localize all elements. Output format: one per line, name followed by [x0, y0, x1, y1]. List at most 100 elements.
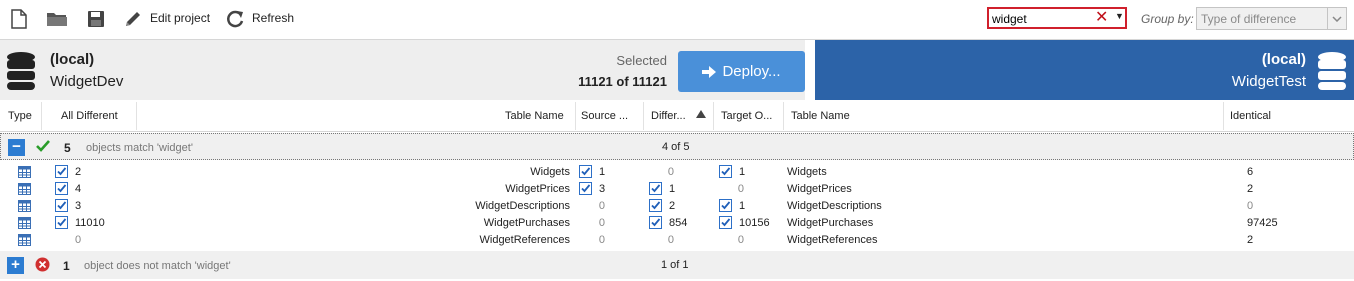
table-name-right: WidgetReferences	[787, 234, 878, 246]
different-count: 0	[667, 234, 674, 246]
selected-count: 11121 of 11121	[578, 74, 667, 89]
save-disk-icon[interactable]	[85, 8, 107, 30]
table-row[interactable]: 2 Widgets 1 0 1 Widgets 6	[0, 164, 1354, 181]
identical-count: 2	[1247, 234, 1254, 246]
all-different-count: 0	[75, 234, 82, 246]
target-only-count: 1	[739, 200, 746, 212]
target-database-icon	[1317, 51, 1347, 94]
column-divider	[643, 102, 644, 130]
target-only-checkbox[interactable]	[719, 199, 732, 212]
table-name-right: WidgetPurchases	[787, 217, 874, 229]
source-only-count: 0	[598, 217, 605, 229]
search-input[interactable]	[992, 11, 1092, 26]
column-divider	[575, 102, 576, 130]
all-different-count: 11010	[75, 217, 105, 229]
column-divider	[713, 102, 714, 130]
different-count: 0	[667, 166, 674, 178]
column-source-only[interactable]: Source ...	[581, 110, 628, 122]
different-checkbox[interactable]	[649, 182, 662, 195]
column-identical[interactable]: Identical	[1230, 110, 1271, 122]
all-different-count: 2	[75, 166, 82, 178]
group-page: 1 of 1	[661, 259, 689, 271]
column-type[interactable]: Type	[8, 110, 32, 122]
search-dropdown-icon[interactable]: ▼	[1115, 11, 1124, 21]
table-icon	[18, 200, 31, 215]
table-name-right: Widgets	[787, 166, 827, 178]
table-icon	[18, 234, 31, 249]
group-row-matching[interactable]: − 5 objects match 'widget' 4 of 5	[0, 133, 1354, 160]
group-page: 4 of 5	[662, 141, 690, 153]
source-only-count: 3	[599, 183, 606, 195]
source-only-checkbox[interactable]	[579, 182, 592, 195]
group-description: object does not match 'widget'	[84, 260, 231, 272]
group-by-label: Group by:	[1141, 12, 1194, 26]
all-different-checkbox[interactable]	[55, 199, 68, 212]
target-only-checkbox[interactable]	[719, 216, 732, 229]
table-icon	[18, 217, 31, 232]
refresh-icon[interactable]	[224, 8, 246, 30]
toolbar: Edit project Refresh ✕ ▼ Group by: Type …	[0, 0, 1354, 39]
target-server: (local)	[1261, 51, 1306, 68]
table-name-left: WidgetReferences	[479, 234, 571, 246]
collapse-icon[interactable]: −	[8, 139, 25, 156]
checkmark-icon	[36, 140, 50, 155]
all-different-count: 3	[75, 200, 82, 212]
target-only-count: 1	[739, 166, 746, 178]
different-checkbox[interactable]	[649, 216, 662, 229]
open-folder-icon[interactable]	[46, 8, 68, 30]
column-table-name-left[interactable]: Table Name	[505, 110, 564, 122]
target-only-count: 0	[737, 234, 744, 246]
target-database: WidgetTest	[1231, 73, 1306, 90]
column-divider	[41, 102, 42, 130]
table-row[interactable]: 4 WidgetPrices 3 1 0 WidgetPrices 2	[0, 181, 1354, 198]
all-different-checkbox[interactable]	[55, 182, 68, 195]
chevron-down-icon	[1327, 8, 1346, 29]
clear-search-icon[interactable]: ✕	[1095, 10, 1108, 26]
identical-count: 2	[1247, 183, 1254, 195]
comparison-header: (local) WidgetDev Selected 11121 of 1112…	[0, 39, 1354, 100]
edit-project-button[interactable]: Edit project	[150, 11, 210, 25]
table-row[interactable]: 0 WidgetReferences 0 0 0 WidgetReferences 2	[0, 232, 1354, 249]
column-target-only[interactable]: Target O...	[721, 110, 772, 122]
table-row[interactable]: 3 WidgetDescriptions 0 2 1 WidgetDescriptions…	[0, 198, 1354, 215]
column-different[interactable]: Differ...	[651, 110, 686, 122]
all-different-count: 4	[75, 183, 82, 195]
all-different-checkbox[interactable]	[55, 165, 68, 178]
column-header-row: Type All Different Table Name Source ...…	[0, 100, 1354, 132]
table-row[interactable]: 11010 WidgetPurchases 0 854 10156 WidgetPurch…	[0, 215, 1354, 232]
source-only-count: 1	[599, 166, 606, 178]
group-count: 1	[63, 259, 70, 273]
group-by-select[interactable]: Type of difference	[1196, 7, 1347, 30]
arrow-right-icon	[702, 65, 717, 78]
group-count: 5	[64, 141, 71, 155]
target-panel	[815, 40, 1354, 100]
column-table-name-right[interactable]: Table Name	[791, 110, 850, 122]
source-only-checkbox[interactable]	[579, 165, 592, 178]
source-database: WidgetDev	[50, 73, 124, 90]
group-row-not-matching[interactable]: + 1 object does not match 'widget' 1 of …	[0, 251, 1354, 279]
pencil-icon[interactable]	[122, 8, 144, 30]
refresh-button[interactable]: Refresh	[252, 11, 294, 25]
all-different-checkbox[interactable]	[55, 216, 68, 229]
table-name-left: WidgetDescriptions	[475, 200, 570, 212]
expand-icon[interactable]: +	[7, 257, 24, 274]
target-only-count: 0	[737, 183, 744, 195]
column-divider	[783, 102, 784, 130]
table-icon	[18, 166, 31, 181]
new-document-icon[interactable]	[8, 8, 30, 30]
deploy-button[interactable]: Deploy...	[678, 51, 805, 92]
column-divider	[136, 102, 137, 130]
search-box: ✕ ▼	[987, 7, 1127, 29]
source-only-count: 0	[598, 234, 605, 246]
error-icon	[35, 257, 50, 275]
identical-count: 97425	[1247, 217, 1278, 229]
table-name-left: WidgetPrices	[505, 183, 570, 195]
selected-label: Selected	[616, 53, 667, 68]
column-all-different[interactable]: All Different	[61, 110, 118, 122]
column-divider	[1223, 102, 1224, 130]
table-name-left: WidgetPurchases	[483, 217, 570, 229]
source-database-icon	[6, 51, 36, 94]
different-checkbox[interactable]	[649, 199, 662, 212]
target-only-count: 10156	[739, 217, 770, 229]
target-only-checkbox[interactable]	[719, 165, 732, 178]
